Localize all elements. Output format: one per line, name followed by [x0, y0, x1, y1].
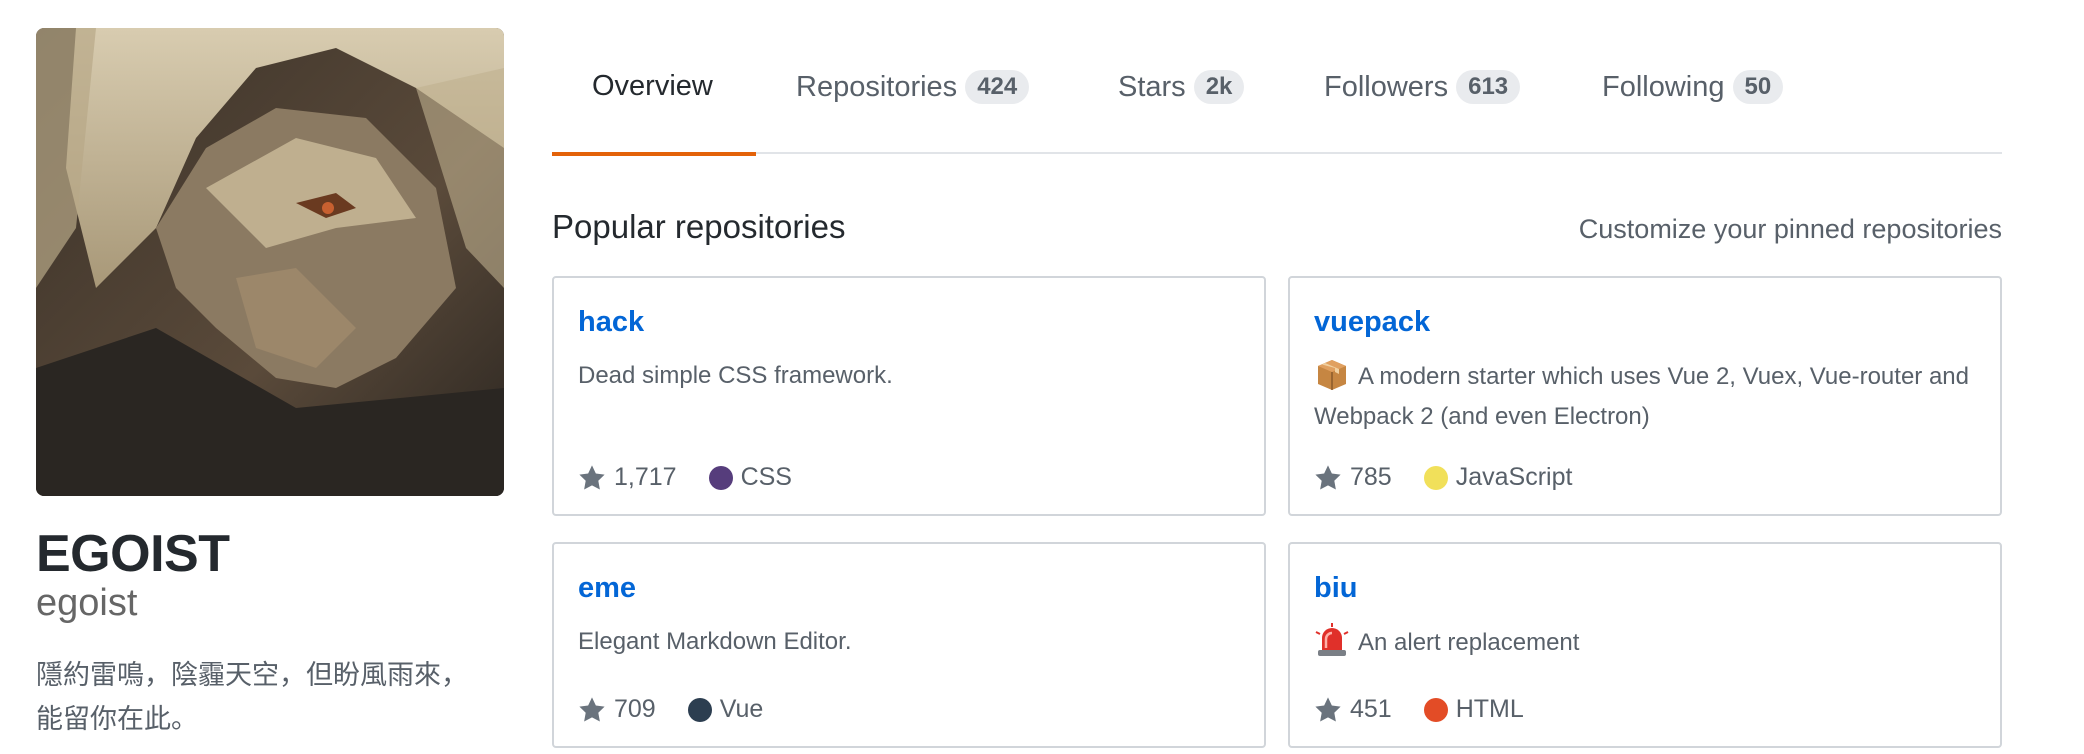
repo-meta: 451 HTML — [1314, 695, 1524, 724]
repo-name-link[interactable]: biu — [1314, 572, 1358, 605]
popular-repositories-title: Popular repositories — [552, 208, 846, 245]
repo-card: vuepack A modern starter which uses Vue … — [1288, 276, 2002, 516]
repo-name-link[interactable]: vuepack — [1314, 306, 1430, 339]
language-color-dot — [1423, 465, 1448, 490]
tab-label: Overview — [592, 70, 713, 102]
tab-counter: 50 — [1732, 70, 1784, 104]
language-color-dot — [687, 697, 712, 722]
tab-counter: 613 — [1456, 70, 1521, 104]
tab-selected-underline — [552, 152, 756, 156]
profile-tabs: Overview Repositories 424 Stars 2k Followe… — [552, 54, 2002, 156]
rotating-light-emoji-icon — [1314, 622, 1350, 658]
repo-stars-count[interactable]: 1,717 — [614, 463, 677, 492]
repo-description: Elegant Markdown Editor. — [578, 622, 1240, 662]
tab-repositories[interactable]: Repositories 424 — [796, 54, 1030, 154]
profile-username: egoist — [36, 582, 138, 624]
package-emoji-icon — [1314, 356, 1350, 392]
repo-language: JavaScript — [1455, 463, 1573, 491]
tab-counter: 424 — [965, 70, 1030, 104]
profile-avatar[interactable] — [36, 28, 504, 496]
star-icon — [578, 696, 606, 724]
customize-pinned-link[interactable]: Customize your pinned repositories — [1579, 214, 2002, 245]
tab-followers[interactable]: Followers 613 — [1324, 54, 1521, 154]
tab-overview[interactable]: Overview — [552, 54, 756, 156]
repo-card: biu An alert replacement 451 HTML — [1288, 542, 2002, 748]
repo-card: hack Dead simple CSS framework. 1,717 CS… — [552, 276, 1266, 516]
language-color-dot — [708, 465, 733, 490]
repo-language: CSS — [740, 463, 792, 491]
repo-description: Dead simple CSS framework. — [578, 356, 1240, 396]
profile-fullname: EGOIST — [36, 525, 230, 583]
repo-stars-count[interactable]: 451 — [1350, 695, 1392, 724]
tab-counter: 2k — [1193, 70, 1245, 104]
tab-label: Following — [1602, 71, 1725, 103]
repo-meta: 785 JavaScript — [1314, 463, 1572, 492]
repo-language: HTML — [1455, 695, 1524, 723]
bio-line: 能留你在此。 — [36, 704, 198, 735]
tab-label: Followers — [1324, 71, 1449, 103]
repo-description: An alert replacement — [1314, 622, 1976, 663]
tab-label: Stars — [1118, 71, 1186, 103]
repo-stars-count[interactable]: 709 — [614, 695, 656, 724]
repo-description-text: Dead simple CSS framework. — [578, 362, 893, 389]
repo-meta: 1,717 CSS — [578, 463, 792, 492]
repo-description-text: Elegant Markdown Editor. — [578, 628, 852, 655]
tab-stars[interactable]: Stars 2k — [1118, 54, 1245, 154]
repo-name-link[interactable]: hack — [578, 306, 644, 339]
repo-description-text: An alert replacement — [1358, 629, 1580, 656]
repo-meta: 709 Vue — [578, 695, 763, 724]
repo-description-text: A modern starter which uses Vue 2, Vuex,… — [1314, 363, 1969, 430]
repo-card: eme Elegant Markdown Editor. 709 Vue — [552, 542, 1266, 748]
star-icon — [1314, 464, 1342, 492]
tab-label: Repositories — [796, 71, 958, 103]
star-icon — [1314, 696, 1342, 724]
tab-following[interactable]: Following 50 — [1602, 54, 1784, 154]
repo-language: Vue — [719, 695, 764, 723]
language-color-dot — [1423, 697, 1448, 722]
bio-line: 隱約雷鳴，陰霾天空，但盼風雨來， — [36, 660, 468, 691]
repo-name-link[interactable]: eme — [578, 572, 636, 605]
repo-description: A modern starter which uses Vue 2, Vuex,… — [1314, 356, 1976, 437]
profile-bio: 隱約雷鳴，陰霾天空，但盼風雨來， 能留你在此。 — [36, 654, 496, 742]
star-icon — [578, 464, 606, 492]
repo-stars-count[interactable]: 785 — [1350, 463, 1392, 492]
